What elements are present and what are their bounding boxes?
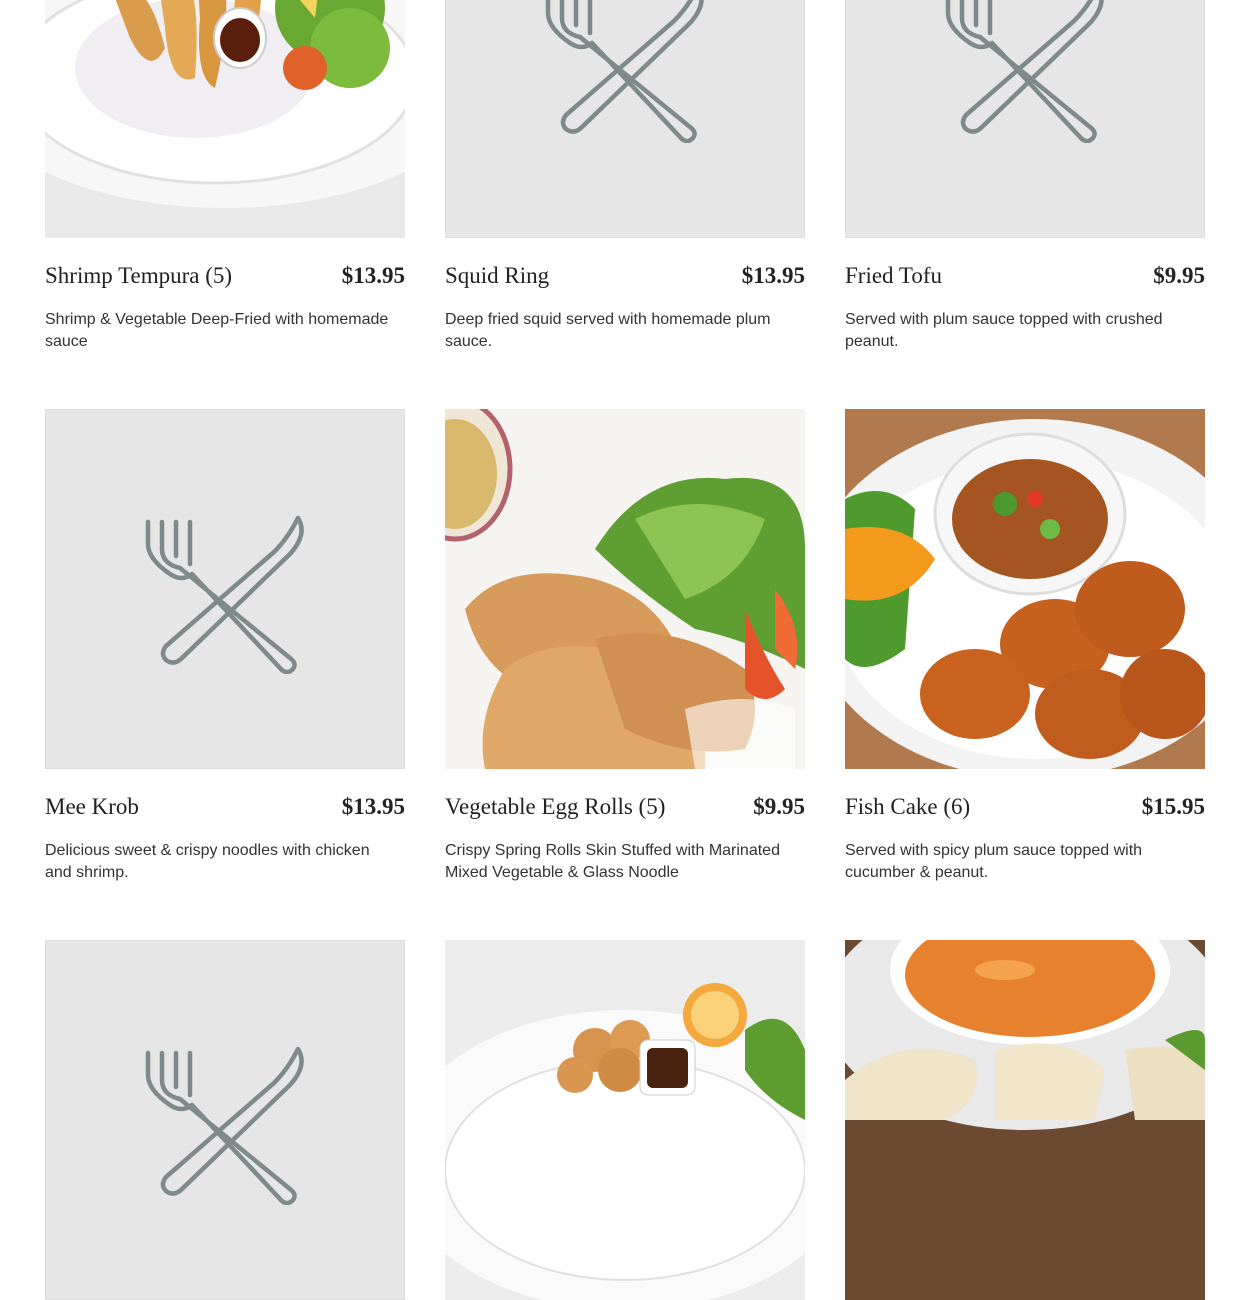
menu-item-card[interactable]: Mee Krob $13.95 Delicious sweet & crispy…: [45, 409, 405, 881]
item-name[interactable]: Vegetable Egg Rolls (5): [445, 794, 665, 820]
fried-chicken-photo[interactable]: [445, 940, 805, 1300]
item-price: $9.95: [1153, 263, 1205, 288]
fish-cake-image: [845, 409, 1205, 769]
crab-rangoon-image: [845, 940, 1205, 1300]
item-title-row: Mee Krob $13.95: [45, 794, 405, 828]
item-title-row: Squid Ring $13.95: [445, 263, 805, 297]
fork-knife-icon: [545, 0, 704, 143]
item-price: $13.95: [741, 263, 805, 288]
fried-chicken-image: [445, 940, 805, 1300]
item-name[interactable]: Fish Cake (6): [845, 794, 970, 820]
item-description: Served with plum sauce topped with crush…: [845, 311, 1163, 350]
menu-item-card[interactable]: [845, 940, 1205, 1300]
item-description: Served with spicy plum sauce topped with…: [845, 842, 1143, 881]
fork-knife-icon: [945, 0, 1104, 143]
egg-rolls-photo[interactable]: [445, 409, 805, 769]
item-description: Crispy Spring Rolls Skin Stuffed with Ma…: [445, 842, 780, 881]
image-placeholder[interactable]: [845, 0, 1205, 238]
item-description: Shrimp & Vegetable Deep-Fried with homem…: [45, 311, 389, 350]
item-price: $15.95: [1141, 794, 1205, 819]
item-title-row: Fish Cake (6) $15.95: [845, 794, 1205, 828]
item-name[interactable]: Squid Ring: [445, 263, 549, 289]
crab-rangoon-with-sauce-photo[interactable]: [845, 940, 1205, 1300]
item-title-row: Shrimp Tempura (5) $13.95: [45, 263, 405, 297]
menu-item-card[interactable]: Shrimp Tempura (5) $13.95 Shrimp & Veget…: [45, 0, 405, 350]
image-placeholder[interactable]: [445, 0, 805, 238]
menu-item-card[interactable]: [45, 940, 405, 1300]
image-placeholder[interactable]: [45, 409, 405, 769]
item-price: $13.95: [341, 794, 405, 819]
image-placeholder[interactable]: [45, 940, 405, 1300]
item-name[interactable]: Fried Tofu: [845, 263, 942, 289]
menu-item-card[interactable]: Fish Cake (6) $15.95 Served with spicy p…: [845, 409, 1205, 881]
fish-cake-photo[interactable]: [845, 409, 1205, 769]
menu-item-card[interactable]: [445, 940, 805, 1300]
item-price: $9.95: [753, 794, 805, 819]
item-price: $13.95: [341, 263, 405, 288]
item-description: Delicious sweet & crispy noodles with ch…: [45, 842, 370, 881]
fork-knife-icon: [145, 1046, 304, 1205]
fork-knife-icon: [145, 515, 304, 674]
menu-item-card[interactable]: Vegetable Egg Rolls (5) $9.95 Crispy Spr…: [445, 409, 805, 881]
menu-item-card[interactable]: Squid Ring $13.95 Deep fried squid serve…: [445, 0, 805, 350]
item-name[interactable]: Mee Krob: [45, 794, 139, 820]
item-title-row: Vegetable Egg Rolls (5) $9.95: [445, 794, 805, 828]
item-description: Deep fried squid served with homemade pl…: [445, 311, 771, 350]
item-name[interactable]: Shrimp Tempura (5): [45, 263, 232, 289]
menu-item-card[interactable]: Fried Tofu $9.95 Served with plum sauce …: [845, 0, 1205, 350]
shrimp-tempura-photo[interactable]: [45, 0, 405, 238]
egg-rolls-image: [445, 409, 805, 769]
shrimp-tempura-image: [45, 0, 405, 238]
item-title-row: Fried Tofu $9.95: [845, 263, 1205, 297]
